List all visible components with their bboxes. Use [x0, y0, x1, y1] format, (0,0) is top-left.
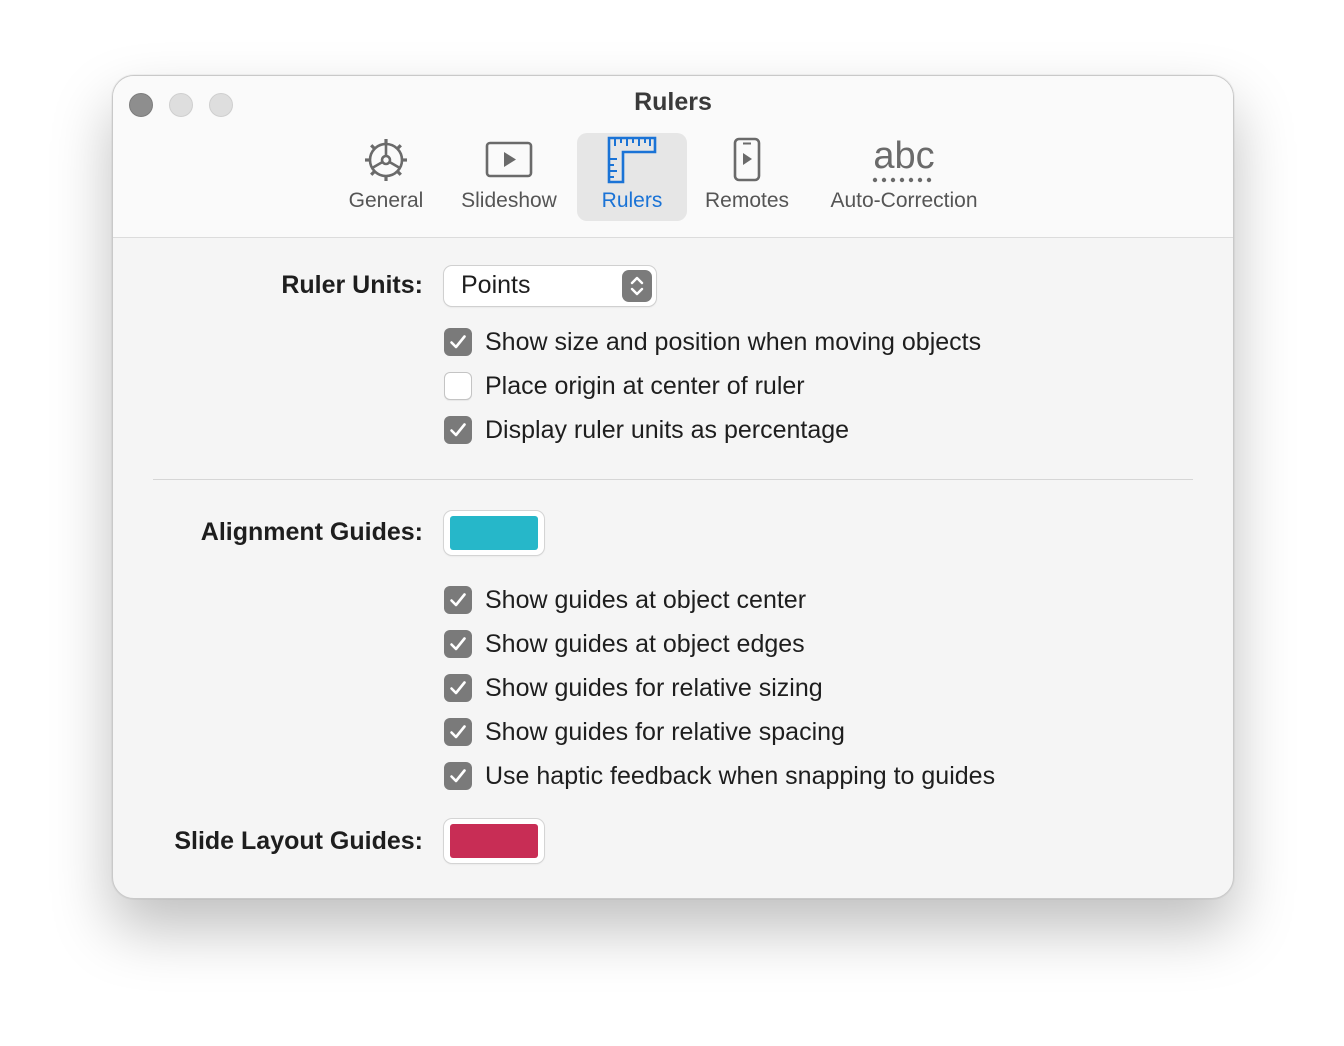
- display-percentage-option[interactable]: Display ruler units as percentage: [444, 415, 849, 445]
- alignment-guides-label: Alignment Guides:: [200, 518, 423, 546]
- checkmark-icon: [450, 769, 466, 783]
- guides-relative-spacing-checkbox[interactable]: [444, 718, 472, 746]
- checkmark-icon: [450, 681, 466, 695]
- ruler-units-popup[interactable]: Points: [444, 266, 656, 306]
- guides-relative-spacing-option[interactable]: Show guides for relative spacing: [444, 717, 845, 747]
- ruler-icon: [606, 133, 658, 187]
- show-size-position-checkbox[interactable]: [444, 328, 472, 356]
- tab-auto-correction-label: Auto-Correction: [830, 189, 978, 212]
- checkmark-icon: [450, 637, 466, 651]
- guides-relative-sizing-label: Show guides for relative sizing: [485, 673, 823, 702]
- chevron-up-down-icon: [622, 270, 652, 302]
- guides-center-label: Show guides at object center: [485, 585, 807, 614]
- tab-slideshow-label: Slideshow: [461, 189, 557, 212]
- tab-auto-correction[interactable]: abc Auto-Correction: [813, 133, 995, 221]
- remote-device-icon: [732, 133, 762, 187]
- guides-center-checkbox[interactable]: [444, 586, 472, 614]
- slide-layout-guides-color-well[interactable]: [444, 819, 544, 863]
- display-percentage-checkbox[interactable]: [444, 416, 472, 444]
- haptic-feedback-label: Use haptic feedback when snapping to gui…: [485, 761, 996, 790]
- abc-glyph: abc: [873, 135, 935, 177]
- guides-relative-spacing-label: Show guides for relative spacing: [485, 717, 845, 746]
- tab-remotes-label: Remotes: [704, 189, 790, 212]
- place-origin-center-checkbox[interactable]: [444, 372, 472, 400]
- guides-relative-sizing-option[interactable]: Show guides for relative sizing: [444, 673, 823, 703]
- checkmark-icon: [450, 423, 466, 437]
- haptic-feedback-checkbox[interactable]: [444, 762, 472, 790]
- tab-slideshow[interactable]: Slideshow: [449, 133, 569, 221]
- alignment-guides-color-swatch: [450, 516, 538, 550]
- display-percentage-label: Display ruler units as percentage: [485, 415, 850, 444]
- abc-icon: abc: [872, 133, 936, 187]
- guides-edges-label: Show guides at object edges: [485, 629, 805, 658]
- place-origin-center-label: Place origin at center of ruler: [485, 371, 805, 400]
- show-size-position-label: Show size and position when moving objec…: [485, 327, 982, 356]
- checkmark-icon: [450, 593, 466, 607]
- tab-general-label: General: [348, 189, 424, 212]
- gear-icon: [363, 133, 409, 187]
- tab-rulers-label: Rulers: [601, 189, 663, 212]
- slide-layout-guides-color-swatch: [450, 824, 538, 858]
- preferences-window: Rulers General Slideshow Rulers Remotes …: [112, 75, 1234, 899]
- play-icon: [485, 133, 533, 187]
- ruler-units-value: Points: [461, 271, 531, 299]
- place-origin-center-option[interactable]: Place origin at center of ruler: [444, 371, 805, 401]
- tab-general[interactable]: General: [335, 133, 437, 221]
- titlebar: Rulers General Slideshow Rulers Remotes …: [113, 76, 1233, 238]
- guides-edges-checkbox[interactable]: [444, 630, 472, 658]
- window-title: Rulers: [634, 88, 712, 116]
- haptic-feedback-option[interactable]: Use haptic feedback when snapping to gui…: [444, 761, 995, 791]
- checkmark-icon: [450, 335, 466, 349]
- tab-rulers[interactable]: Rulers: [577, 133, 687, 221]
- ruler-units-label: Ruler Units:: [281, 271, 423, 299]
- guides-center-option[interactable]: Show guides at object center: [444, 585, 806, 615]
- guides-relative-sizing-checkbox[interactable]: [444, 674, 472, 702]
- tab-remotes[interactable]: Remotes: [695, 133, 799, 221]
- alignment-guides-color-well[interactable]: [444, 511, 544, 555]
- slide-layout-guides-label: Slide Layout Guides:: [174, 827, 423, 855]
- section-divider: [153, 479, 1193, 480]
- guides-edges-option[interactable]: Show guides at object edges: [444, 629, 805, 659]
- show-size-position-option[interactable]: Show size and position when moving objec…: [444, 327, 981, 357]
- checkmark-icon: [450, 725, 466, 739]
